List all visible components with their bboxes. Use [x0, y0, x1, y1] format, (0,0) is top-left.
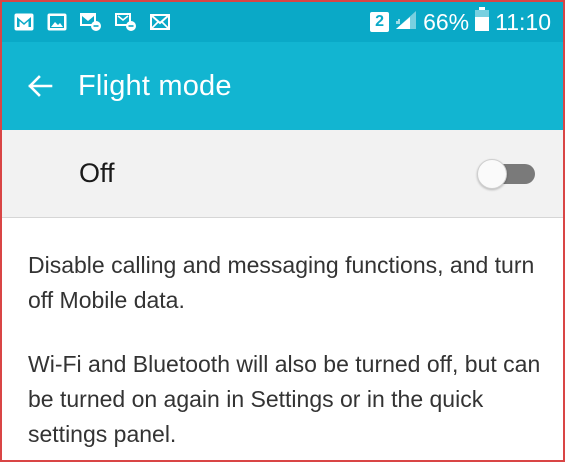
back-button[interactable] — [20, 66, 60, 106]
arrow-left-icon — [28, 75, 53, 97]
missed-call-icon — [80, 13, 102, 31]
status-indicators: 2 66% 11:10 — [370, 7, 551, 37]
sim-slot-badge: 2 — [370, 12, 390, 32]
flight-mode-switch[interactable] — [477, 159, 535, 189]
battery-icon — [475, 7, 490, 37]
battery-percent: 66% — [423, 8, 470, 35]
status-bar: 2 66% 11:10 — [2, 2, 563, 42]
page-title: Flight mode — [78, 69, 232, 102]
gallery-icon — [47, 13, 67, 31]
app-bar: Flight mode — [2, 42, 563, 130]
notification-icons — [14, 13, 170, 31]
description-paragraph: Disable calling and messaging functions,… — [28, 252, 535, 313]
flight-mode-toggle-row[interactable]: Off — [2, 130, 563, 218]
gmail-icon — [14, 13, 34, 31]
flight-mode-description: Disable calling and messaging functions,… — [28, 248, 548, 452]
switch-thumb — [477, 159, 507, 189]
screen-frame: 2 66% 11:10 Flight mode Off Disable call… — [0, 0, 565, 462]
message-icon — [150, 14, 170, 30]
missed-call-icon — [115, 13, 137, 31]
signal-icon — [395, 9, 417, 36]
description-paragraph: Wi-Fi and Bluetooth will also be turned … — [28, 351, 541, 447]
toggle-state-label: Off — [79, 158, 115, 188]
status-time: 11:10 — [495, 8, 551, 35]
